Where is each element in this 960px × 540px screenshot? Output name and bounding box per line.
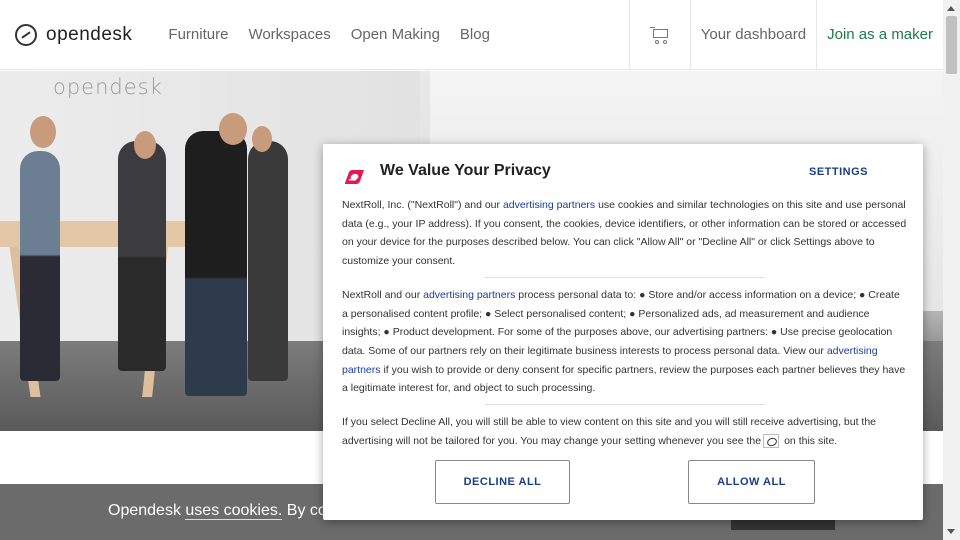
advertising-partners-link[interactable]: advertising partners: [503, 199, 595, 211]
shopping-cart-icon: [649, 26, 670, 44]
header-actions: Your dashboard Join as a maker: [628, 0, 943, 69]
cookie-bar-prefix: Opendesk: [108, 502, 181, 519]
cookie-bar-suffix: By co: [286, 502, 323, 519]
consent-paragraph-1: NextRoll, Inc. ("NextRoll") and our adve…: [342, 196, 907, 271]
privacy-consent-modal: We Value Your Privacy SETTINGS NextRoll,…: [323, 144, 923, 520]
scroll-down-arrow-icon[interactable]: [947, 529, 955, 534]
consent-paragraph-3: If you select Decline All, you will stil…: [342, 413, 907, 450]
divider: [484, 276, 765, 278]
hero-wall-logo: opendesk: [53, 75, 163, 99]
nextroll-settings-icon[interactable]: [763, 433, 780, 448]
nextroll-logo-icon: [345, 170, 364, 184]
site-header: opendesk Furniture Workspaces Open Makin…: [0, 0, 943, 70]
dashboard-link[interactable]: Your dashboard: [689, 0, 816, 69]
text: if you wish to provide or deny consent f…: [342, 363, 906, 395]
consent-paragraph-2: NextRoll and our advertising partners pr…: [342, 286, 907, 398]
text: NextRoll, Inc. ("NextRoll") and our: [342, 199, 503, 211]
join-as-maker-link[interactable]: Join as a maker: [816, 0, 943, 69]
modal-title: We Value Your Privacy: [380, 162, 551, 179]
page-scrollbar[interactable]: [943, 0, 960, 540]
nav-open-making[interactable]: Open Making: [351, 26, 440, 43]
main-nav: Furniture Workspaces Open Making Blog: [168, 0, 510, 69]
decline-all-button[interactable]: DECLINE ALL: [435, 460, 570, 504]
nav-blog[interactable]: Blog: [460, 26, 490, 43]
cookie-bar-link[interactable]: uses cookies.: [185, 502, 283, 520]
text: on this site.: [784, 434, 838, 447]
scroll-thumb[interactable]: [946, 16, 957, 74]
text: NextRoll and our: [342, 288, 424, 301]
allow-all-button[interactable]: ALLOW ALL: [688, 460, 815, 504]
opendesk-logo-icon: [15, 23, 37, 46]
settings-link[interactable]: SETTINGS: [809, 166, 868, 178]
brand-link[interactable]: opendesk: [0, 0, 132, 69]
divider: [484, 404, 765, 406]
cookie-bar-text: Opendesk uses cookies. By co: [108, 502, 323, 520]
scroll-up-arrow-icon[interactable]: [947, 6, 955, 11]
brand-name: opendesk: [46, 23, 133, 45]
nav-furniture[interactable]: Furniture: [168, 26, 228, 43]
modal-body: NextRoll, Inc. ("NextRoll") and our adve…: [342, 196, 907, 456]
nav-workspaces[interactable]: Workspaces: [248, 26, 330, 43]
advertising-partners-link[interactable]: advertising partners: [423, 289, 515, 301]
cart-button[interactable]: [628, 0, 690, 69]
